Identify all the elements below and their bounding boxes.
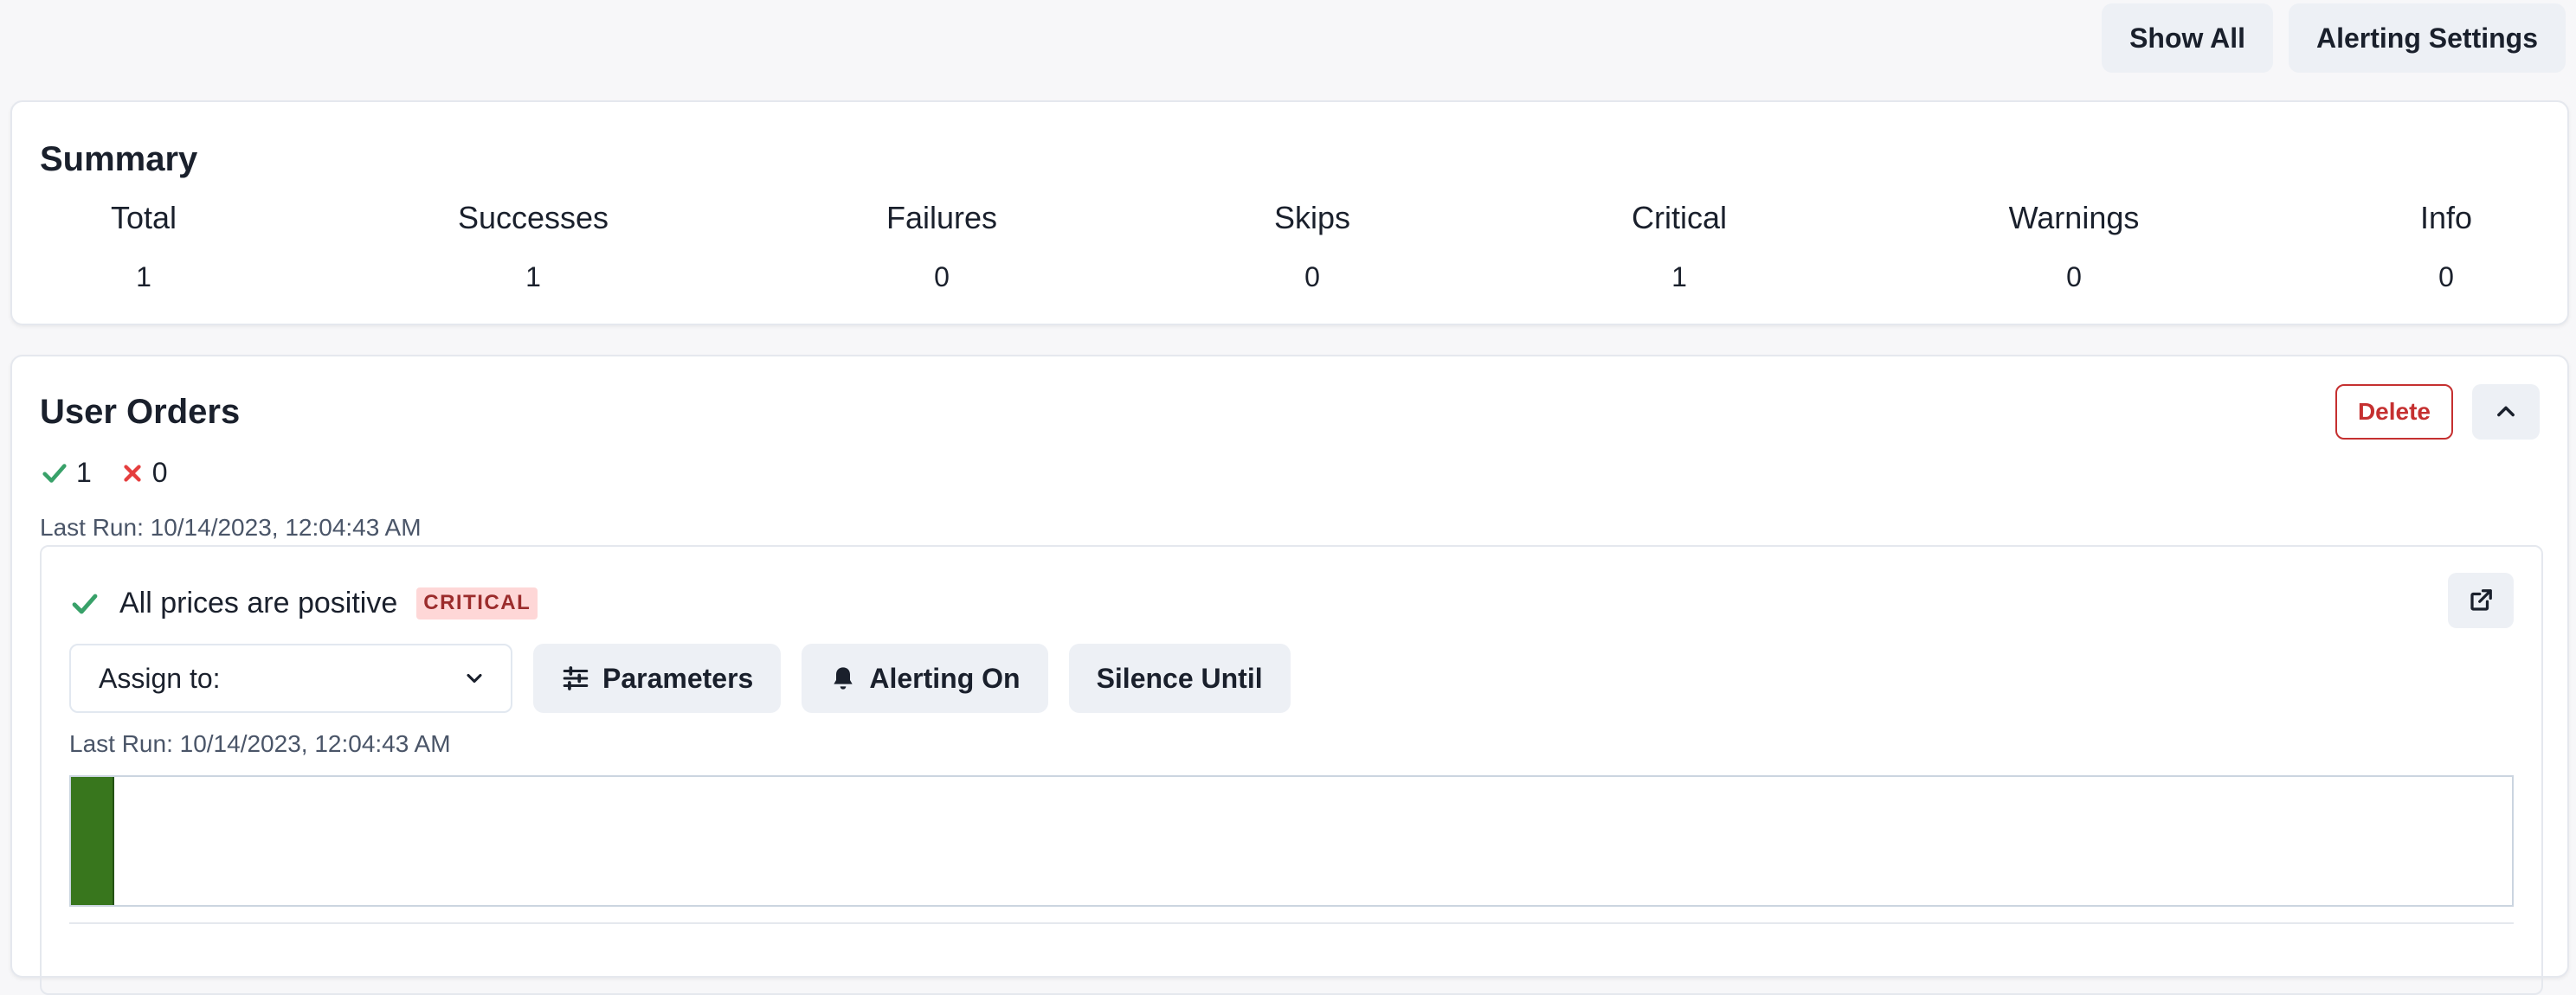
stat-value: 0 bbox=[2066, 261, 2082, 292]
check-header: All prices are positive CRITICAL bbox=[69, 587, 538, 620]
stat-info: Info 0 bbox=[2419, 200, 2473, 292]
stat-critical: Critical 1 bbox=[1631, 200, 1728, 292]
fail-count-value: 0 bbox=[151, 457, 168, 488]
summary-card: Summary Total 1 Successes 1 Failures 0 S… bbox=[10, 100, 2569, 325]
top-actions: Show All Alerting Settings bbox=[2102, 3, 2566, 73]
stat-total: Total 1 bbox=[110, 200, 177, 292]
open-external-button[interactable] bbox=[2448, 573, 2514, 628]
run-history-block[interactable] bbox=[71, 777, 114, 905]
chevron-down-icon bbox=[462, 666, 486, 690]
stat-value: 0 bbox=[934, 261, 950, 292]
pass-count-value: 1 bbox=[76, 457, 92, 488]
bell-icon bbox=[829, 664, 857, 692]
check-card: All prices are positive CRITICAL Assign … bbox=[40, 545, 2543, 995]
stat-label: Successes bbox=[457, 200, 609, 235]
stat-skips: Skips 0 bbox=[1273, 200, 1351, 292]
assign-select[interactable]: Assign to: bbox=[69, 644, 512, 713]
x-icon bbox=[119, 460, 145, 486]
external-link-icon bbox=[2468, 587, 2494, 613]
stat-label: Skips bbox=[1273, 200, 1351, 235]
delete-button[interactable]: Delete bbox=[2334, 384, 2453, 440]
check-last-run: Last Run: 10/14/2023, 12:04:43 AM bbox=[69, 730, 451, 757]
silence-until-button[interactable]: Silence Until bbox=[1068, 644, 1291, 713]
check-icon bbox=[69, 588, 100, 619]
suite-title: User Orders bbox=[40, 393, 241, 431]
alerting-label: Alerting On bbox=[869, 662, 1021, 694]
parameters-label: Parameters bbox=[602, 662, 754, 694]
collapse-button[interactable] bbox=[2472, 384, 2540, 440]
stat-failures: Failures 0 bbox=[886, 200, 998, 292]
run-history-chart bbox=[69, 775, 2514, 907]
check-controls: Assign to: Parameters Alerting On Silenc… bbox=[69, 644, 1291, 713]
stat-value: 1 bbox=[525, 261, 541, 292]
divider bbox=[69, 922, 2514, 924]
result-counts: 1 0 bbox=[40, 457, 196, 489]
pass-count: 1 bbox=[40, 457, 92, 489]
stat-label: Critical bbox=[1631, 200, 1728, 235]
check-icon bbox=[40, 459, 69, 488]
stat-value: 1 bbox=[1671, 261, 1687, 292]
fail-count: 0 bbox=[119, 457, 168, 489]
suite-card: User Orders Delete 1 0 Last Run: 10/14/2… bbox=[10, 355, 2569, 995]
summary-title: Summary bbox=[40, 140, 198, 178]
assign-select-label: Assign to: bbox=[99, 662, 221, 694]
check-name: All prices are positive bbox=[119, 587, 398, 619]
show-all-button[interactable]: Show All bbox=[2102, 3, 2273, 73]
alerting-settings-button[interactable]: Alerting Settings bbox=[2288, 3, 2566, 73]
stat-label: Warnings bbox=[2008, 200, 2140, 235]
parameters-button[interactable]: Parameters bbox=[533, 644, 782, 713]
sliders-icon bbox=[561, 664, 590, 693]
stat-label: Failures bbox=[886, 200, 998, 235]
alerting-toggle-button[interactable]: Alerting On bbox=[802, 644, 1048, 713]
stat-value: 1 bbox=[136, 261, 151, 292]
suite-last-run: Last Run: 10/14/2023, 12:04:43 AM bbox=[40, 514, 422, 541]
stat-successes: Successes 1 bbox=[457, 200, 609, 292]
stat-label: Info bbox=[2419, 200, 2473, 235]
chevron-up-icon bbox=[2494, 400, 2518, 424]
severity-badge: CRITICAL bbox=[416, 587, 538, 619]
stat-value: 0 bbox=[1304, 261, 1320, 292]
stat-warnings: Warnings 0 bbox=[2008, 200, 2140, 292]
stat-value: 0 bbox=[2438, 261, 2454, 292]
stat-label: Total bbox=[110, 200, 177, 235]
